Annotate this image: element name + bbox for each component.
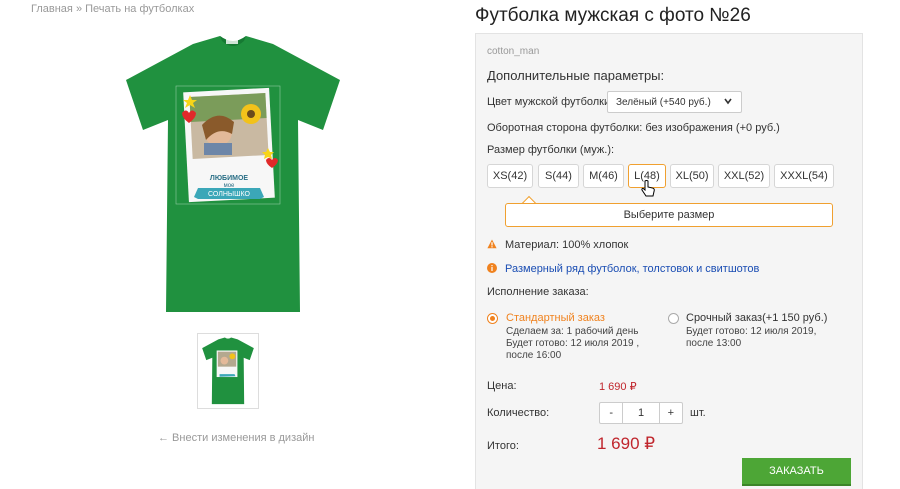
size-button-m[interactable]: M(46): [583, 164, 624, 188]
total-label: Итого:: [487, 440, 519, 452]
material-text: Материал: 100% хлопок: [505, 239, 629, 251]
warning-icon: [487, 239, 497, 249]
product-thumbnail[interactable]: [197, 333, 259, 409]
size-button-xxxl[interactable]: XXXL(54): [774, 164, 834, 188]
size-chart-row: Размерный ряд футболок, толстовок и свит…: [487, 263, 759, 275]
back-side-label: Оборотная сторона футболки: без изображе…: [487, 122, 780, 134]
material-info: Материал: 100% хлопок: [487, 239, 628, 251]
price-label: Цена:: [487, 380, 517, 392]
info-icon: [487, 263, 497, 273]
product-main-image[interactable]: ЛЮБИМОЕ мое СОЛНЫШКО: [118, 30, 348, 320]
size-hint-tooltip: Выберите размер: [505, 203, 833, 227]
options-section-title: Дополнительные параметры:: [487, 68, 665, 83]
hand-cursor-icon: [641, 180, 655, 202]
fulfillment-label: Исполнение заказа:: [487, 286, 589, 298]
urgent-order-line2: после 13:00: [686, 338, 742, 349]
quantity-label: Количество:: [487, 407, 550, 419]
quantity-decrease-button[interactable]: -: [600, 403, 624, 423]
breadcrumb-home-link[interactable]: Главная: [31, 3, 73, 15]
size-button-s[interactable]: S(44): [538, 164, 579, 188]
color-select-value: Зелёный (+540 руб.): [616, 97, 711, 108]
standard-order-line3: после 16:00: [506, 350, 562, 361]
standard-order-line2: Будет готово: 12 июля 2019 ,: [506, 338, 640, 349]
page-title: Футболка мужская с фото №26: [475, 5, 751, 26]
product-sku: cotton_man: [487, 46, 540, 57]
size-button-xl[interactable]: XL(50): [670, 164, 714, 188]
breadcrumb-separator: »: [75, 3, 83, 15]
standard-order-line1: Сделаем за: 1 рабочий день: [506, 326, 639, 337]
color-label: Цвет мужской футболки: [487, 96, 611, 108]
standard-order-radio[interactable]: [487, 313, 498, 324]
quantity-stepper: - 1 +: [599, 402, 683, 424]
quantity-increase-button[interactable]: +: [658, 403, 682, 423]
chevron-down-icon: [723, 96, 733, 109]
size-label: Размер футболки (муж.):: [487, 144, 615, 156]
quantity-unit: шт.: [690, 407, 706, 419]
quantity-input[interactable]: 1: [623, 403, 658, 423]
size-chart-link[interactable]: Размерный ряд футболок, толстовок и свит…: [505, 263, 759, 275]
breadcrumb-current-link[interactable]: Печать на футболках: [85, 3, 194, 15]
svg-text:ЛЮБИМОЕ: ЛЮБИМОЕ: [210, 175, 248, 182]
urgent-order-radio[interactable]: [668, 313, 679, 324]
edit-design-link[interactable]: ← Внести изменения в дизайн: [158, 432, 314, 444]
size-button-xxl[interactable]: XXL(52): [718, 164, 770, 188]
options-panel: cotton_man Дополнительные параметры: Цве…: [475, 33, 863, 489]
total-value: 1 690 ₽: [597, 434, 656, 453]
price-value: 1 690 ₽: [599, 381, 637, 393]
size-button-xs[interactable]: XS(42): [487, 164, 533, 188]
urgent-order-title[interactable]: Срочный заказ(+1 150 руб.): [686, 312, 827, 324]
urgent-order-line1: Будет готово: 12 июля 2019,: [686, 326, 817, 337]
svg-text:СОЛНЫШКО: СОЛНЫШКО: [208, 191, 251, 198]
color-select[interactable]: Зелёный (+540 руб.): [607, 91, 742, 113]
breadcrumb: Главная » Печать на футболках: [31, 3, 194, 15]
order-button[interactable]: ЗАКАЗАТЬ: [742, 458, 851, 486]
standard-order-title[interactable]: Стандартный заказ: [506, 312, 605, 324]
